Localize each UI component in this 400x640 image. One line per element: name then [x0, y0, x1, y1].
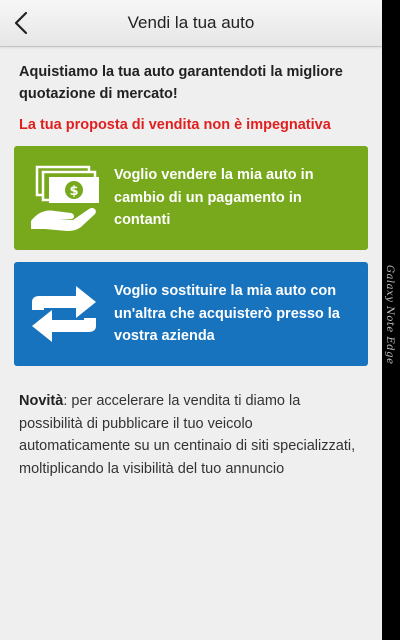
news-body: : per accelerare la vendita ti diamo la …: [19, 393, 356, 477]
trade-in-label: Voglio sostituire la mia auto con un'alt…: [114, 283, 340, 345]
non-binding-notice: La tua proposta di vendita non è impegna…: [19, 117, 331, 133]
intro-text: Aquistiamo la tua auto garantendoti la m…: [19, 64, 343, 102]
header-bar: Vendi la tua auto: [0, 0, 382, 47]
sell-for-cash-button[interactable]: $ Voglio vendere la mia auto in cambio d…: [14, 146, 368, 250]
svg-text:$: $: [69, 184, 78, 199]
page-title: Vendi la tua auto: [127, 13, 255, 32]
main-content: Aquistiamo la tua auto garantendoti la m…: [0, 61, 382, 480]
sell-for-cash-label: Voglio vendere la mia auto in cambio di …: [114, 167, 314, 229]
device-edge-label: Galaxy Note Edge: [384, 265, 395, 365]
swap-arrows-icon: [14, 262, 114, 366]
trade-in-button[interactable]: Voglio sostituire la mia auto con un'alt…: [14, 262, 368, 366]
app-screen: Vendi la tua auto Aquistiamo la tua auto…: [0, 0, 382, 640]
news-title: Novità: [19, 393, 64, 409]
cash-in-hand-icon: $: [14, 146, 114, 250]
news-paragraph: Novità: per accelerare la vendita ti dia…: [19, 390, 363, 480]
